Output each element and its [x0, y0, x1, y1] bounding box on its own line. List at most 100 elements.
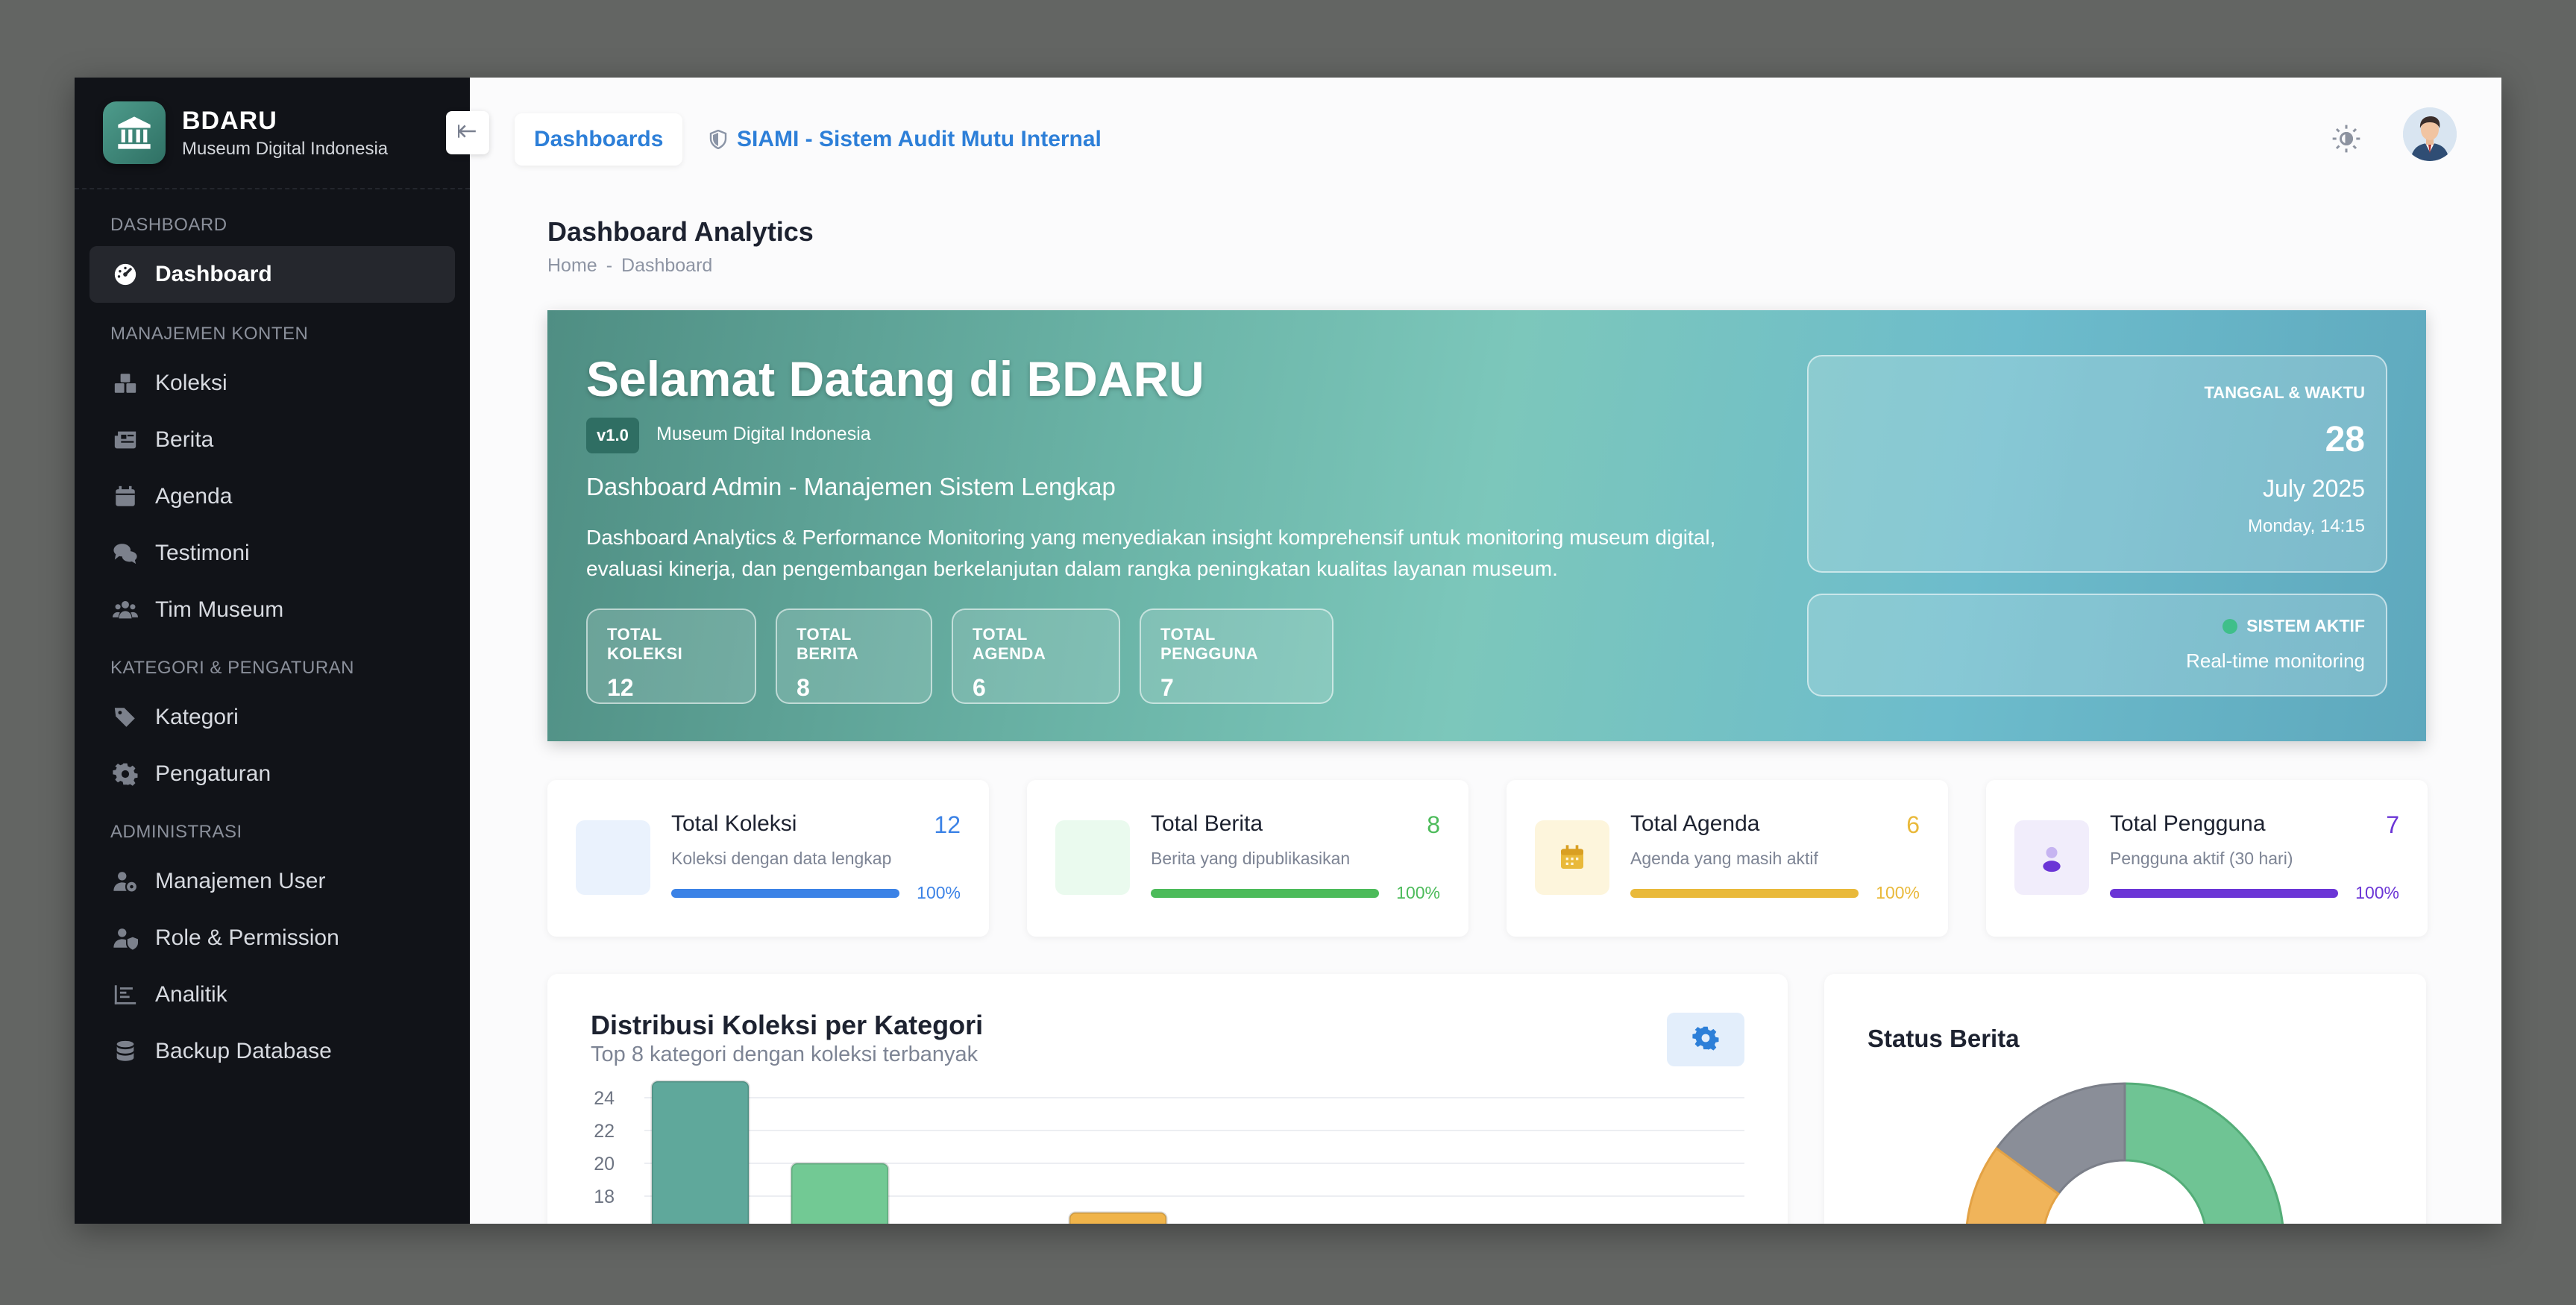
hero-title: Selamat Datang di BDARU [586, 351, 1204, 406]
y-tick-label: 22 [594, 1121, 615, 1142]
museum-logo-icon [103, 101, 166, 164]
sidebar-item-berita[interactable]: Berita [89, 412, 455, 468]
stat-desc: Berita yang dipublikasikan [1151, 849, 1351, 868]
tab-dashboards[interactable]: Dashboards [515, 113, 683, 166]
brand-name: BDARU [182, 106, 277, 135]
nav-section-dashboard: DASHBOARD [110, 215, 227, 235]
brand-subtitle: Museum Digital Indonesia [182, 138, 389, 159]
sidebar-item-koleksi[interactable]: Koleksi [89, 355, 455, 412]
stat-card-koleksi[interactable]: Total Koleksi 12 Koleksi dengan data len… [547, 780, 989, 937]
sidebar-item-backup-database[interactable]: Backup Database [89, 1023, 455, 1080]
hero-stat-pengguna: TOTAL PENGGUNA 7 [1140, 609, 1333, 704]
date-weekday-time: Monday, 14:15 [2248, 516, 2365, 536]
newspaper-icon [110, 425, 140, 455]
sidebar-item-kategori[interactable]: Kategori [89, 689, 455, 746]
sidebar-item-label: Manajemen User [155, 869, 326, 893]
arrow-left-icon [458, 122, 477, 145]
breadcrumb-separator: - [606, 255, 613, 276]
sidebar-item-testimoni[interactable]: Testimoni [89, 525, 455, 582]
stat-percent: 100% [917, 883, 961, 902]
user-avatar[interactable] [2403, 107, 2457, 161]
stat-title: Total Agenda [1630, 811, 1760, 836]
hero-description: Dashboard Analytics & Performance Monito… [586, 526, 1716, 580]
stat-card-agenda[interactable]: Total Agenda 6 Agenda yang masih aktif 1… [1507, 780, 1948, 937]
stat-card-berita[interactable]: Total Berita 8 Berita yang dipublikasika… [1027, 780, 1468, 937]
hero-stat-label: TOTAL KOLEKSI [607, 625, 683, 663]
database-icon [110, 1037, 140, 1066]
sidebar-item-role-permission[interactable]: Role & Permission [89, 910, 455, 966]
brand[interactable]: BDARU Museum Digital Indonesia [75, 78, 470, 189]
date-month-year: July 2025 [2263, 475, 2365, 502]
stat-progress-bar [2110, 889, 2338, 898]
status-dot-icon [2222, 618, 2238, 634]
hero-stat-label: TOTAL AGENDA [973, 625, 1046, 663]
comments-icon [110, 538, 140, 568]
hero-stat-value: 6 [973, 674, 986, 701]
donut-slice-green [2123, 1082, 2284, 1224]
chart-bar [790, 1162, 890, 1224]
bar-chart: 24 22 20 18 [594, 1080, 1744, 1224]
breadcrumb-home[interactable]: Home [547, 255, 597, 277]
sidebar-item-label: Role & Permission [155, 925, 339, 950]
y-tick-label: 20 [594, 1154, 615, 1174]
hero-stat-agenda: TOTAL AGENDA 6 [952, 609, 1120, 704]
system-status-card: SISTEM AKTIF Real-time monitoring [1807, 594, 2387, 696]
stat-desc: Koleksi dengan data lengkap [671, 849, 892, 868]
tab-siami[interactable]: SIAMI - Sistem Audit Mutu Internal [707, 113, 1102, 166]
hero-stat-label: TOTAL BERITA [797, 625, 859, 663]
sidebar-item-pengaturan[interactable]: Pengaturan [89, 746, 455, 802]
sidebar-collapse-button[interactable] [446, 111, 489, 154]
stat-progress-bar [671, 889, 899, 898]
page-title: Dashboard Analytics [547, 216, 814, 247]
sidebar-item-dashboard[interactable]: Dashboard [89, 246, 455, 303]
nav-section-konten: MANAJEMEN KONTEN [110, 324, 309, 344]
stat-desc: Pengguna aktif (30 hari) [2110, 849, 2293, 868]
stat-title: Total Berita [1151, 811, 1263, 836]
gear-icon [110, 759, 140, 789]
sidebar-item-label: Berita [155, 427, 214, 452]
chart-line-icon [110, 980, 140, 1010]
app-window: BDARU Museum Digital Indonesia DASHBOARD… [75, 78, 2501, 1224]
stat-percent: 100% [1396, 883, 1440, 902]
nav-section-administrasi: ADMINISTRASI [110, 822, 242, 842]
hero-stat-value: 8 [797, 674, 810, 701]
stat-percent: 100% [2355, 883, 2399, 902]
sidebar-item-agenda[interactable]: Agenda [89, 468, 455, 525]
stat-title: Total Pengguna [2110, 811, 2266, 836]
calendar-icon [110, 482, 140, 512]
calendar-icon [1535, 820, 1609, 895]
hero-stat-value: 7 [1160, 674, 1174, 701]
berita-icon [1055, 820, 1130, 895]
hero-stat-berita: TOTAL BERITA 8 [776, 609, 932, 704]
koleksi-icon [576, 820, 650, 895]
sidebar-item-label: Koleksi [155, 371, 227, 395]
user-gear-icon [110, 867, 140, 896]
nav-section-kategori: KATEGORI & PENGATURAN [110, 658, 354, 678]
sidebar-item-label: Backup Database [155, 1039, 332, 1063]
stat-progress-bar [1151, 889, 1379, 898]
user-shield-icon [110, 923, 140, 953]
hero-stats: TOTAL KOLEKSI 12 TOTAL BERITA 8 TOTAL AG… [586, 609, 1333, 704]
sidebar-item-label: Analitik [155, 982, 227, 1007]
sidebar: BDARU Museum Digital Indonesia DASHBOARD… [75, 78, 470, 1224]
system-status: SISTEM AKTIF [1809, 616, 2365, 636]
main-content: Dashboards SIAMI - Sistem Audit Mutu Int… [470, 78, 2501, 1224]
stat-value: 8 [1427, 811, 1440, 838]
y-tick-label: 24 [594, 1088, 615, 1109]
breadcrumb-current: Dashboard [621, 255, 713, 276]
gauge-icon [110, 260, 140, 289]
hero-subtitle: Dashboard Admin - Manajemen Sistem Lengk… [586, 473, 1116, 500]
sidebar-item-tim-museum[interactable]: Tim Museum [89, 582, 455, 638]
hero-stat-value: 12 [607, 674, 634, 701]
stat-title: Total Koleksi [671, 811, 797, 836]
sidebar-item-label: Pengaturan [155, 761, 271, 786]
distribution-chart-card: Distribusi Koleksi per Kategori Top 8 ka… [547, 974, 1788, 1224]
sidebar-item-manajemen-user[interactable]: Manajemen User [89, 853, 455, 910]
stat-card-pengguna[interactable]: Total Pengguna 7 Pengguna aktif (30 hari… [1986, 780, 2428, 937]
tags-icon [110, 702, 140, 732]
theme-toggle-button[interactable] [2324, 118, 2369, 163]
version-badge: v1.0 [586, 418, 639, 453]
sidebar-item-analitik[interactable]: Analitik [89, 966, 455, 1023]
status-berita-card: Status Berita [1824, 974, 2426, 1224]
breadcrumb: Home - Dashboard [547, 255, 712, 277]
